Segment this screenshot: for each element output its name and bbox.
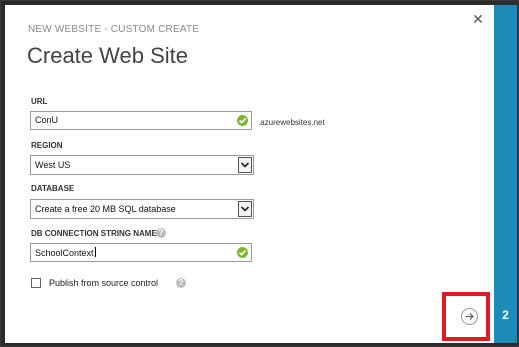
url-input[interactable]: ConU — [30, 111, 252, 130]
dialog-title: Create Web Site — [27, 43, 189, 68]
text-caret — [94, 247, 96, 257]
valid-check-icon — [237, 247, 248, 258]
url-label: URL — [31, 97, 48, 106]
chevron-down-icon[interactable] — [238, 201, 252, 217]
step-number: 2 — [502, 308, 509, 322]
publish-checkbox[interactable] — [31, 278, 41, 288]
create-web-site-dialog: ✕ NEW WEBSITE - CUSTOM CREATE Create Web… — [5, 5, 494, 343]
database-select[interactable]: Create a free 20 MB SQL database — [30, 199, 254, 219]
region-value: West US — [35, 160, 71, 170]
window-frame: ✕ NEW WEBSITE - CUSTOM CREATE Create Web… — [0, 0, 519, 347]
connection-string-value: SchoolContext — [35, 247, 96, 258]
help-icon[interactable]: ? — [176, 278, 186, 288]
dialog-subtitle: NEW WEBSITE - CUSTOM CREATE — [28, 24, 200, 35]
region-select[interactable]: West US — [30, 155, 254, 175]
database-value: Create a free 20 MB SQL database — [35, 204, 176, 214]
help-icon[interactable]: ? — [156, 228, 166, 238]
region-label: REGION — [31, 141, 63, 150]
next-button-highlight — [442, 292, 490, 341]
chevron-down-icon[interactable] — [238, 157, 252, 173]
valid-check-icon — [237, 115, 248, 126]
connection-string-input[interactable]: SchoolContext — [30, 243, 252, 262]
url-value: ConU — [35, 115, 59, 125]
url-suffix: .azurewebsites.net — [258, 118, 325, 127]
step-rail: 2 — [494, 5, 517, 343]
database-label: DATABASE — [31, 184, 75, 193]
connection-string-label: DB CONNECTION STRING NAME — [31, 229, 157, 238]
publish-label[interactable]: Publish from source control — [49, 278, 158, 288]
close-icon[interactable]: ✕ — [471, 12, 485, 26]
